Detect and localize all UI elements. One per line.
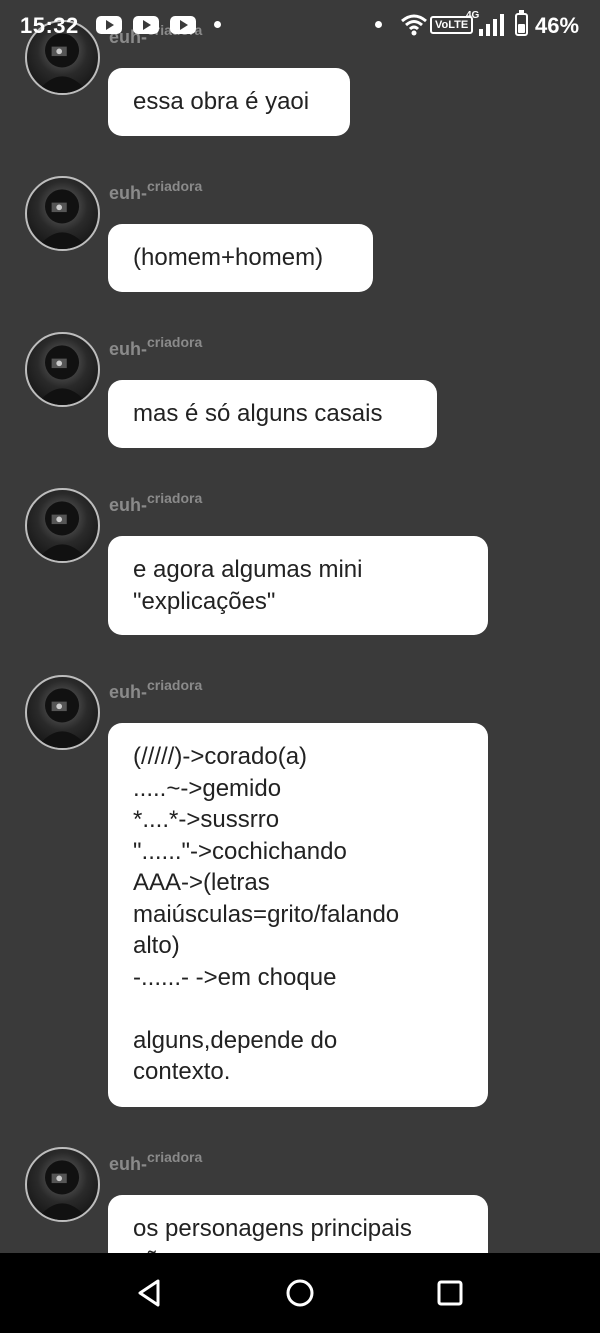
- status-bar: 15:32 VoLTE 4G 46%: [0, 0, 600, 52]
- message-username[interactable]: euh-criadora: [109, 677, 202, 703]
- message-username[interactable]: euh-criadora: [109, 178, 202, 204]
- user-avatar[interactable]: [25, 176, 100, 251]
- youtube-icon: [96, 16, 122, 34]
- signal-icon: [478, 14, 504, 36]
- message-bubble[interactable]: os personagens principais são: [108, 1195, 488, 1253]
- notification-dot-icon: [214, 21, 221, 28]
- message-bubble[interactable]: (/////)->corado(a) .....~->gemido *....*…: [108, 723, 488, 1107]
- recents-icon[interactable]: [434, 1277, 466, 1309]
- battery-percentage: 46%: [535, 13, 580, 38]
- user-avatar[interactable]: [25, 1147, 100, 1222]
- chat-message-list[interactable]: euh-criadora essa obra é yaoi euh-criado…: [0, 0, 600, 1253]
- status-time: 15:32: [20, 13, 79, 38]
- message-username[interactable]: euh-criadora: [109, 490, 202, 516]
- message-bubble[interactable]: essa obra é yaoi: [108, 68, 350, 136]
- message-bubble[interactable]: (homem+homem): [108, 224, 373, 292]
- message-bubble[interactable]: mas é só alguns casais: [108, 380, 437, 448]
- youtube-icon: [133, 16, 159, 34]
- home-icon[interactable]: [284, 1277, 316, 1309]
- user-avatar[interactable]: [25, 675, 100, 750]
- navigation-bar: [0, 1253, 600, 1333]
- wifi-icon: [400, 12, 428, 38]
- back-icon[interactable]: [134, 1277, 166, 1309]
- battery-icon: [515, 10, 528, 36]
- message-username[interactable]: euh-criadora: [109, 1149, 202, 1175]
- user-avatar[interactable]: [25, 488, 100, 563]
- message-username[interactable]: euh-criadora: [109, 334, 202, 360]
- user-avatar[interactable]: [25, 332, 100, 407]
- notification-dot-icon: [375, 21, 382, 28]
- chat-screen: euh-criadora essa obra é yaoi euh-criado…: [0, 0, 600, 1333]
- youtube-icon: [170, 16, 196, 34]
- message-bubble[interactable]: e agora algumas mini "explicações": [108, 536, 488, 635]
